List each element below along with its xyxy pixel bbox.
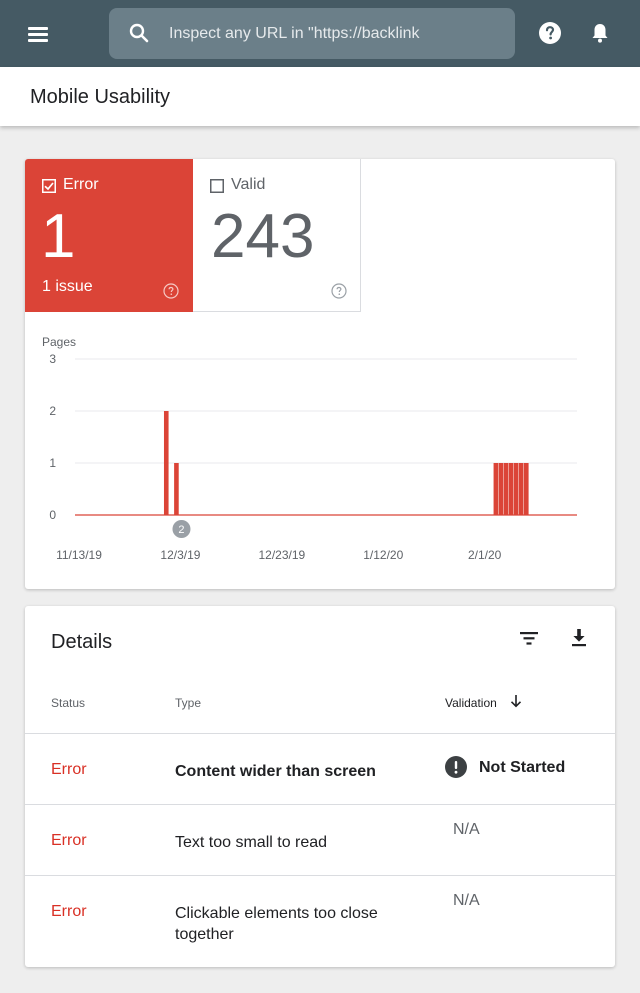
- chart-bar: [503, 463, 509, 515]
- type-cell: Content wider than screen: [175, 763, 376, 780]
- y-tick-label: 0: [49, 508, 56, 522]
- type-cell: Text too small to read: [175, 834, 328, 851]
- url-inspect-search[interactable]: Inspect any URL in "https://backlink: [109, 8, 515, 59]
- y-tick-label: 2: [49, 404, 56, 418]
- column-header-type[interactable]: Type: [175, 696, 201, 710]
- filter-icon[interactable]: [516, 625, 542, 651]
- x-tick-label: 11/13/19: [56, 548, 102, 562]
- exclamation-circle-icon: [445, 756, 467, 778]
- validation-cell: N/A: [453, 821, 480, 838]
- chart-bar: [523, 463, 529, 515]
- details-card: Details Status Type Validation Error Con…: [25, 606, 615, 967]
- table-row[interactable]: Error Content wider than screen Not Star…: [25, 733, 615, 804]
- page-header: Mobile Usability: [0, 67, 640, 126]
- annotation-label: 2: [178, 524, 184, 536]
- status-cell: Error: [51, 903, 87, 920]
- help-icon[interactable]: [538, 21, 562, 45]
- page-title: Mobile Usability: [30, 86, 171, 108]
- arrow-down-icon[interactable]: [509, 693, 523, 709]
- menu-icon[interactable]: [26, 22, 50, 46]
- top-app-bar: Inspect any URL in "https://backlink: [0, 0, 640, 67]
- chart-bar: [493, 463, 499, 515]
- y-tick-label: 1: [49, 456, 56, 470]
- column-header-status[interactable]: Status: [51, 696, 85, 710]
- status-cell: Error: [51, 761, 87, 778]
- search-input[interactable]: Inspect any URL in "https://backlink: [169, 8, 515, 59]
- chart-bar: [508, 463, 514, 515]
- table-row[interactable]: Error Clickable elements too close toget…: [25, 875, 615, 967]
- search-icon: [129, 23, 149, 43]
- download-icon[interactable]: [566, 625, 592, 651]
- notifications-icon[interactable]: [588, 21, 612, 45]
- type-cell: Clickable elements too close together: [175, 905, 378, 943]
- chart-bar: [163, 411, 169, 515]
- x-tick-label: 2/1/20: [468, 548, 502, 562]
- details-title: Details: [51, 631, 113, 653]
- x-tick-label: 1/12/20: [363, 548, 403, 562]
- summary-chart-card: Error 1 1 issue Valid 243 Pages 3 2 1 0 11/13…: [25, 159, 615, 589]
- chart-bar: [174, 463, 179, 515]
- x-tick-label: 12/23/19: [258, 548, 305, 562]
- chart-bar: [513, 463, 519, 515]
- chart-bar: [518, 463, 524, 515]
- validation-cell: N/A: [453, 892, 480, 909]
- y-tick-label: 3: [49, 352, 56, 366]
- validation-cell: Not Started: [479, 759, 566, 776]
- status-cell: Error: [51, 832, 87, 849]
- pages-bar-chart: Pages 3 2 1 0 11/13/19 12/3/19 12/23/19 1/12/20 2…: [42, 335, 577, 562]
- table-row[interactable]: Error Text too small to read N/A: [25, 804, 615, 875]
- column-header-validation[interactable]: Validation: [445, 696, 497, 710]
- chart-bar: [498, 463, 504, 515]
- x-tick-label: 12/3/19: [160, 548, 200, 562]
- y-axis-label: Pages: [42, 335, 76, 349]
